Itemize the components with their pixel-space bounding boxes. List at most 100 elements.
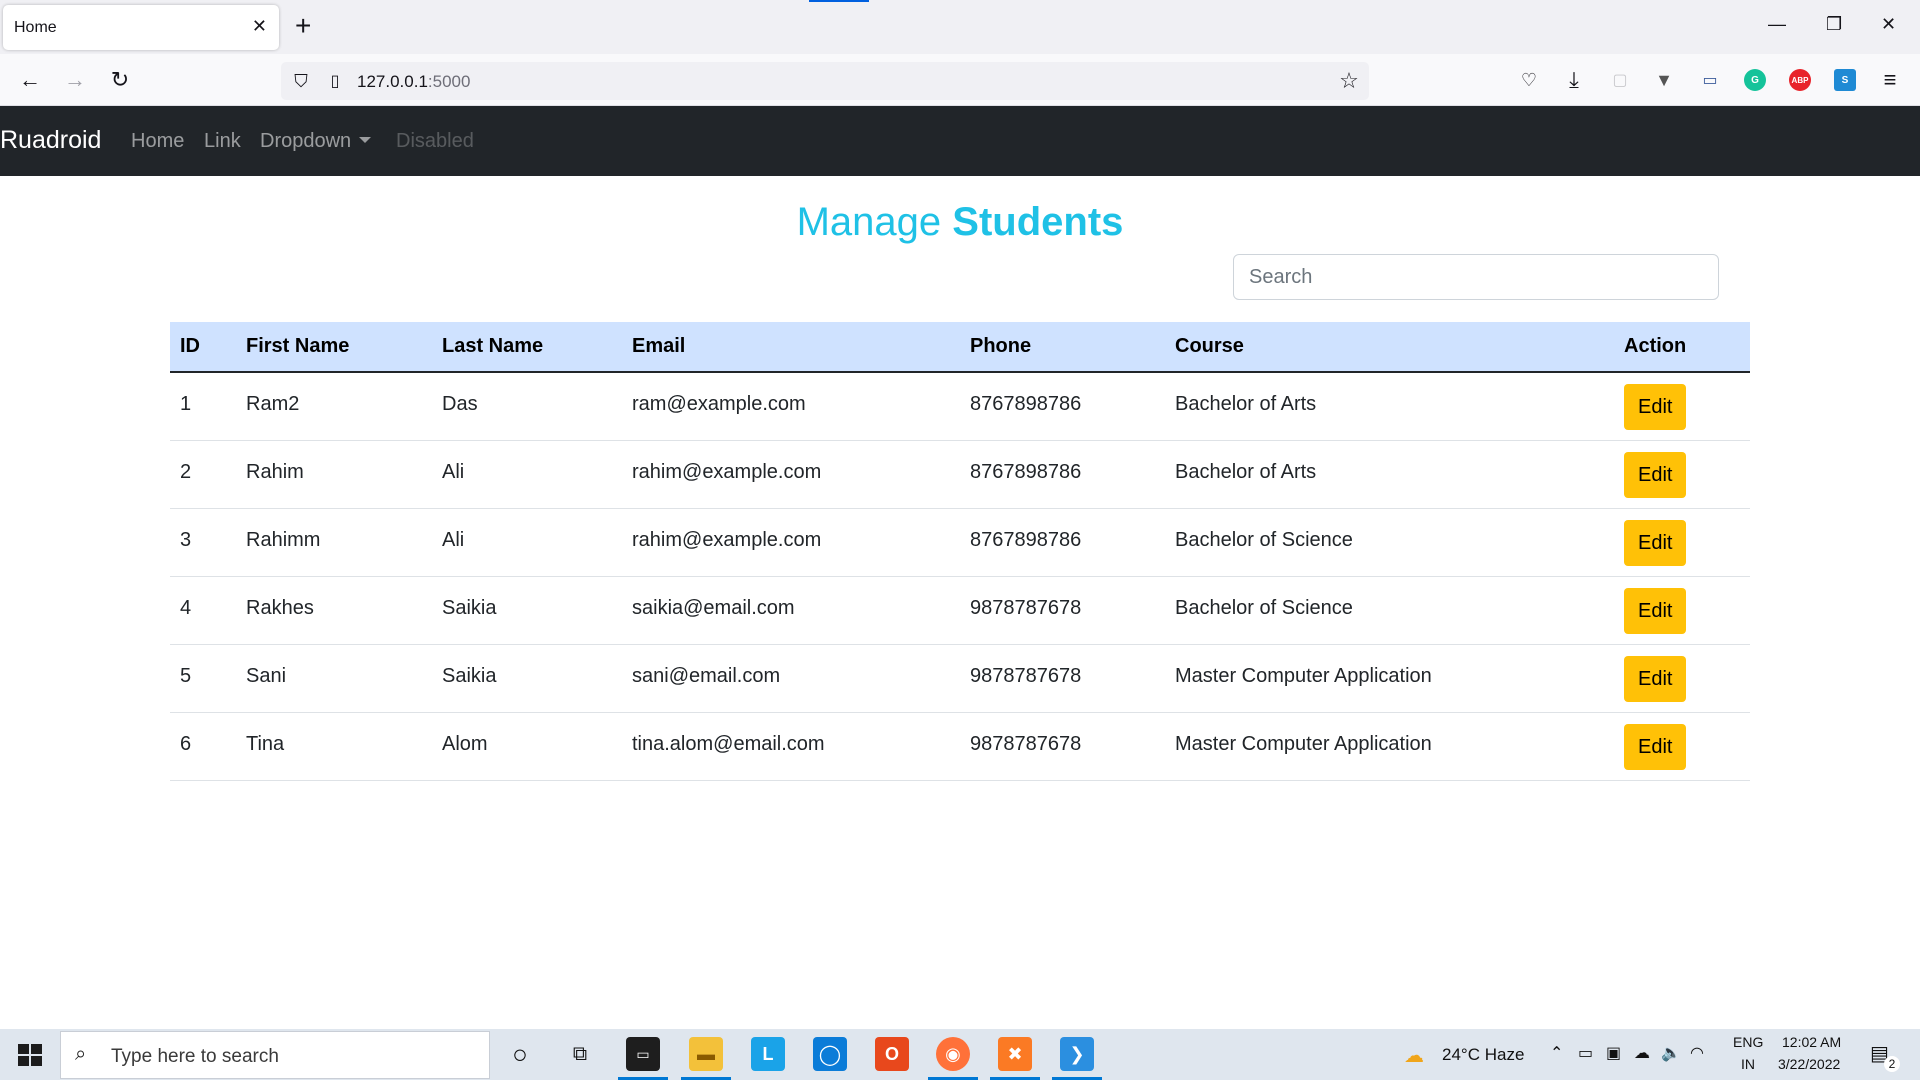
- cell-phone: 9878787678: [960, 712, 1165, 781]
- task-view-icon[interactable]: ⧉: [563, 1037, 597, 1071]
- cell-phone: 8767898786: [960, 508, 1165, 577]
- language-top[interactable]: ENG: [1733, 1034, 1763, 1050]
- url-text[interactable]: 127.0.0.1:5000: [357, 72, 470, 92]
- notification-count: 2: [1884, 1056, 1900, 1072]
- volume-icon[interactable]: 🔈: [1661, 1043, 1681, 1063]
- cell-action: Edit: [1614, 712, 1750, 781]
- cell-email: sani@email.com: [622, 644, 960, 713]
- cell-last-name: Saikia: [432, 576, 622, 645]
- tab-loading-indicator: [809, 0, 869, 2]
- new-tab-icon[interactable]: +: [295, 12, 311, 40]
- l-app-icon[interactable]: L: [751, 1037, 785, 1071]
- meet-icon[interactable]: ▣: [1606, 1043, 1621, 1063]
- close-tab-icon[interactable]: ✕: [252, 16, 267, 37]
- grammarly-icon[interactable]: G: [1744, 69, 1766, 91]
- clock-date[interactable]: 3/22/2022: [1778, 1056, 1840, 1072]
- navbar-brand[interactable]: Ruadroid: [0, 126, 101, 155]
- weather-icon[interactable]: ☁: [1404, 1043, 1424, 1068]
- header-course: Course: [1165, 322, 1614, 373]
- cell-last-name: Ali: [432, 508, 622, 577]
- edit-button[interactable]: Edit: [1624, 723, 1687, 770]
- header-phone: Phone: [960, 322, 1165, 373]
- tab-home[interactable]: Home ✕: [3, 5, 279, 50]
- header-id: ID: [170, 322, 236, 373]
- cell-first-name: Ram2: [236, 372, 432, 441]
- pocket-icon[interactable]: ♡: [1515, 66, 1543, 94]
- firefox-icon[interactable]: ◉: [936, 1037, 970, 1071]
- weather-text[interactable]: 24°C Haze: [1442, 1045, 1524, 1065]
- wifi-icon[interactable]: ◠: [1690, 1043, 1704, 1063]
- url-bar[interactable]: ⛉ ▯ 127.0.0.1:5000 ☆: [281, 62, 1369, 100]
- minimize-icon[interactable]: —: [1768, 14, 1786, 35]
- cell-course: Master Computer Application: [1165, 712, 1614, 781]
- terminal-icon[interactable]: ▭: [626, 1037, 660, 1071]
- cortana-icon[interactable]: ○: [503, 1037, 537, 1071]
- battery-icon[interactable]: ▭: [1578, 1043, 1593, 1063]
- s-extension-icon[interactable]: S: [1834, 69, 1856, 91]
- download-icon[interactable]: ⤓: [1560, 66, 1588, 94]
- table-header-row: ID First Name Last Name Email Phone Cour…: [170, 322, 1750, 373]
- edit-button[interactable]: Edit: [1624, 384, 1687, 430]
- cell-course: Bachelor of Arts: [1165, 440, 1614, 509]
- table-row: 3 Rahimm Ali rahim@example.com 876789878…: [170, 508, 1750, 577]
- nav-link-home[interactable]: Home: [131, 130, 184, 153]
- url-host: 127.0.0.1: [357, 72, 428, 91]
- back-icon[interactable]: ←: [16, 66, 44, 94]
- extension-blank-icon[interactable]: ▢: [1606, 66, 1634, 94]
- windows-start-icon[interactable]: [18, 1044, 42, 1066]
- shield-icon[interactable]: ⛉: [287, 67, 315, 95]
- navbar: Ruadroid Home Link Dropdown Disabled: [0, 106, 1920, 176]
- table-row: 2 Rahim Ali rahim@example.com 8767898786…: [170, 440, 1750, 509]
- cell-email: ram@example.com: [622, 372, 960, 441]
- cell-phone: 8767898786: [960, 372, 1165, 441]
- restore-icon[interactable]: ❐: [1826, 14, 1842, 35]
- page-icon: ▯: [330, 73, 340, 90]
- chevron-up-icon[interactable]: ⌃: [1550, 1043, 1563, 1063]
- blue-app-icon[interactable]: ◯: [813, 1037, 847, 1071]
- edit-button[interactable]: Edit: [1624, 587, 1687, 634]
- header-action: Action: [1614, 322, 1750, 373]
- table-body: 1 Ram2 Das ram@example.com 8767898786 Ba…: [170, 372, 1750, 781]
- taskbar-search-text: Type here to search: [111, 1046, 279, 1067]
- menu-icon[interactable]: ≡: [1876, 66, 1904, 94]
- search-icon: ⌕: [75, 1043, 87, 1065]
- nav-dropdown[interactable]: Dropdown: [260, 130, 372, 153]
- clock-time[interactable]: 12:02 AM: [1782, 1034, 1841, 1050]
- close-window-icon[interactable]: ✕: [1881, 14, 1896, 35]
- xampp-icon[interactable]: ✖: [998, 1037, 1032, 1071]
- cell-id: 5: [170, 644, 236, 713]
- onedrive-icon[interactable]: ☁: [1634, 1043, 1650, 1063]
- cell-course: Bachelor of Science: [1165, 576, 1614, 645]
- cell-id: 2: [170, 440, 236, 509]
- office-icon[interactable]: O: [875, 1037, 909, 1071]
- vscode-icon[interactable]: ❯: [1060, 1037, 1094, 1071]
- edit-button[interactable]: Edit: [1624, 451, 1687, 498]
- adblock-icon[interactable]: ABP: [1789, 69, 1811, 91]
- search-input[interactable]: [1233, 254, 1719, 300]
- cell-course: Bachelor of Arts: [1165, 372, 1614, 441]
- header-first-name: First Name: [236, 322, 432, 373]
- reload-icon[interactable]: ↻: [106, 66, 134, 94]
- browser-toolbar: ← → ↻ ⛉ ▯ 127.0.0.1:5000 ☆ ♡ ⤓ ▢ ▼ ▭ G A…: [0, 54, 1920, 106]
- edit-button[interactable]: Edit: [1624, 655, 1687, 702]
- cell-last-name: Das: [432, 372, 622, 441]
- bookmark-star-icon[interactable]: ☆: [1335, 67, 1363, 95]
- cell-email: rahim@example.com: [622, 440, 960, 509]
- taskbar-search[interactable]: ⌕ Type here to search: [60, 1031, 490, 1079]
- screen-extension-icon[interactable]: ▭: [1696, 66, 1724, 94]
- page-title-bold: Students: [952, 200, 1124, 244]
- file-explorer-icon[interactable]: ▬: [689, 1037, 723, 1071]
- vpn-extension-icon[interactable]: ▼: [1650, 66, 1678, 94]
- tab-title: Home: [14, 19, 57, 36]
- cell-phone: 9878787678: [960, 576, 1165, 645]
- cell-last-name: Saikia: [432, 644, 622, 713]
- cell-action: Edit: [1614, 372, 1750, 441]
- forward-icon[interactable]: →: [61, 66, 89, 94]
- tab-strip: Home ✕ + — ❐ ✕: [0, 0, 1920, 54]
- table-row: 1 Ram2 Das ram@example.com 8767898786 Ba…: [170, 372, 1750, 441]
- language-bottom[interactable]: IN: [1741, 1056, 1755, 1072]
- cell-id: 3: [170, 508, 236, 577]
- nav-link-link[interactable]: Link: [204, 130, 241, 153]
- edit-button[interactable]: Edit: [1624, 519, 1687, 566]
- cell-first-name: Tina: [236, 712, 432, 781]
